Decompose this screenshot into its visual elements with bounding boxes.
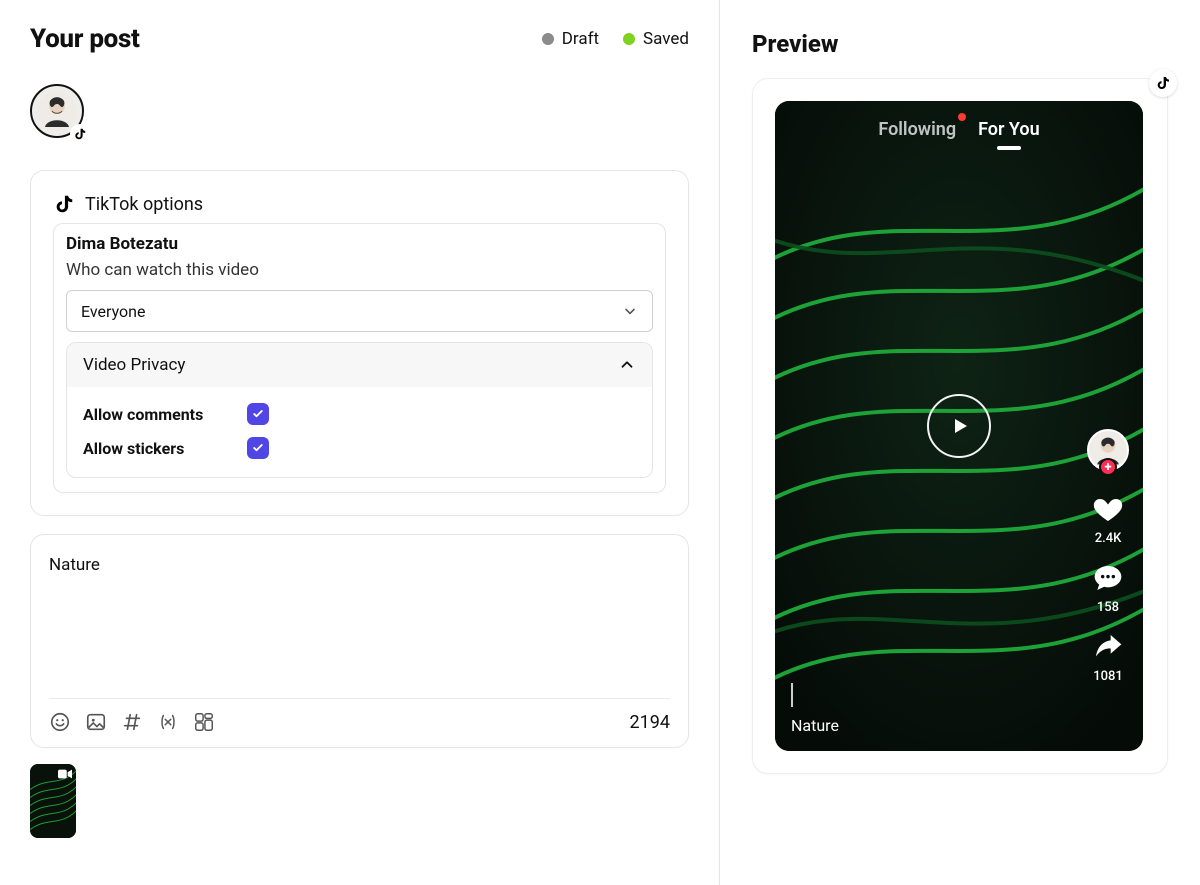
video-privacy-label: Video Privacy	[83, 355, 185, 375]
allow-comments-label: Allow comments	[83, 405, 223, 424]
char-counter: 2194	[630, 712, 670, 733]
tiktok-icon	[53, 193, 75, 215]
tiktok-options-card: TikTok options Dima Botezatu Who can wat…	[30, 170, 689, 516]
preview-feed-tabs: Following For You	[775, 119, 1143, 140]
like-button[interactable]: 2.4K	[1092, 493, 1124, 546]
caption-toolbar	[49, 711, 215, 733]
caption-card: Nature	[30, 534, 689, 748]
tiktok-badge-icon	[70, 124, 90, 144]
tab-for-you[interactable]: For You	[978, 119, 1040, 140]
preview-tiktok-badge-icon	[1149, 69, 1177, 97]
preview-heading: Preview	[752, 30, 1168, 58]
account-avatar[interactable]	[30, 84, 84, 138]
preview-card: Following For You	[752, 78, 1168, 774]
video-badge-icon	[58, 768, 72, 780]
play-icon	[947, 414, 971, 438]
page-title: Your post	[30, 24, 140, 54]
draft-dot-icon	[542, 33, 554, 45]
preview-side-actions: + 2.4K 158 1081	[1087, 429, 1129, 684]
comment-button[interactable]: 158	[1092, 562, 1124, 615]
account-name: Dima Botezatu	[66, 234, 653, 254]
visibility-selected-value: Everyone	[81, 302, 145, 321]
notification-dot-icon	[958, 113, 966, 121]
tab-following[interactable]: Following	[878, 119, 956, 140]
options-subcard: Dima Botezatu Who can watch this video E…	[53, 223, 666, 493]
following-label: Following	[878, 119, 956, 140]
allow-stickers-label: Allow stickers	[83, 439, 223, 458]
saved-dot-icon	[623, 33, 635, 45]
visibility-field-label: Who can watch this video	[66, 260, 653, 280]
video-privacy-toggle[interactable]: Video Privacy	[67, 343, 652, 387]
options-title: TikTok options	[85, 194, 203, 215]
comments-count: 158	[1097, 600, 1119, 615]
text-caret-icon	[791, 683, 793, 707]
play-button[interactable]	[927, 394, 991, 458]
comment-icon	[1092, 562, 1124, 594]
chevron-down-icon	[622, 303, 638, 319]
avatar-face-icon	[37, 91, 77, 131]
chevron-up-icon	[618, 356, 636, 374]
shares-count: 1081	[1093, 669, 1123, 684]
heart-icon	[1092, 493, 1124, 525]
draft-status: Draft	[542, 29, 599, 49]
image-icon[interactable]	[85, 711, 107, 733]
preview-author-avatar[interactable]: +	[1087, 429, 1129, 471]
preview-caption: Nature	[791, 716, 839, 735]
template-icon[interactable]	[193, 711, 215, 733]
media-thumbnail[interactable]	[30, 764, 76, 838]
visibility-select[interactable]: Everyone	[66, 290, 653, 332]
draft-label: Draft	[562, 29, 599, 49]
variable-icon[interactable]	[157, 711, 179, 733]
preview-phone: Following For You	[775, 101, 1143, 751]
for-you-label: For You	[978, 119, 1040, 140]
share-button[interactable]: 1081	[1092, 631, 1124, 684]
video-privacy-section: Video Privacy Allow comments	[66, 342, 653, 478]
saved-status: Saved	[623, 29, 689, 49]
allow-stickers-checkbox[interactable]	[247, 437, 269, 459]
follow-plus-icon[interactable]: +	[1099, 458, 1117, 476]
saved-label: Saved	[643, 29, 689, 49]
likes-count: 2.4K	[1095, 531, 1122, 546]
share-icon	[1092, 631, 1124, 663]
status-badges: Draft Saved	[542, 29, 689, 49]
allow-comments-checkbox[interactable]	[247, 403, 269, 425]
caption-input[interactable]: Nature	[49, 551, 670, 699]
emoji-icon[interactable]	[49, 711, 71, 733]
hashtag-icon[interactable]	[121, 711, 143, 733]
